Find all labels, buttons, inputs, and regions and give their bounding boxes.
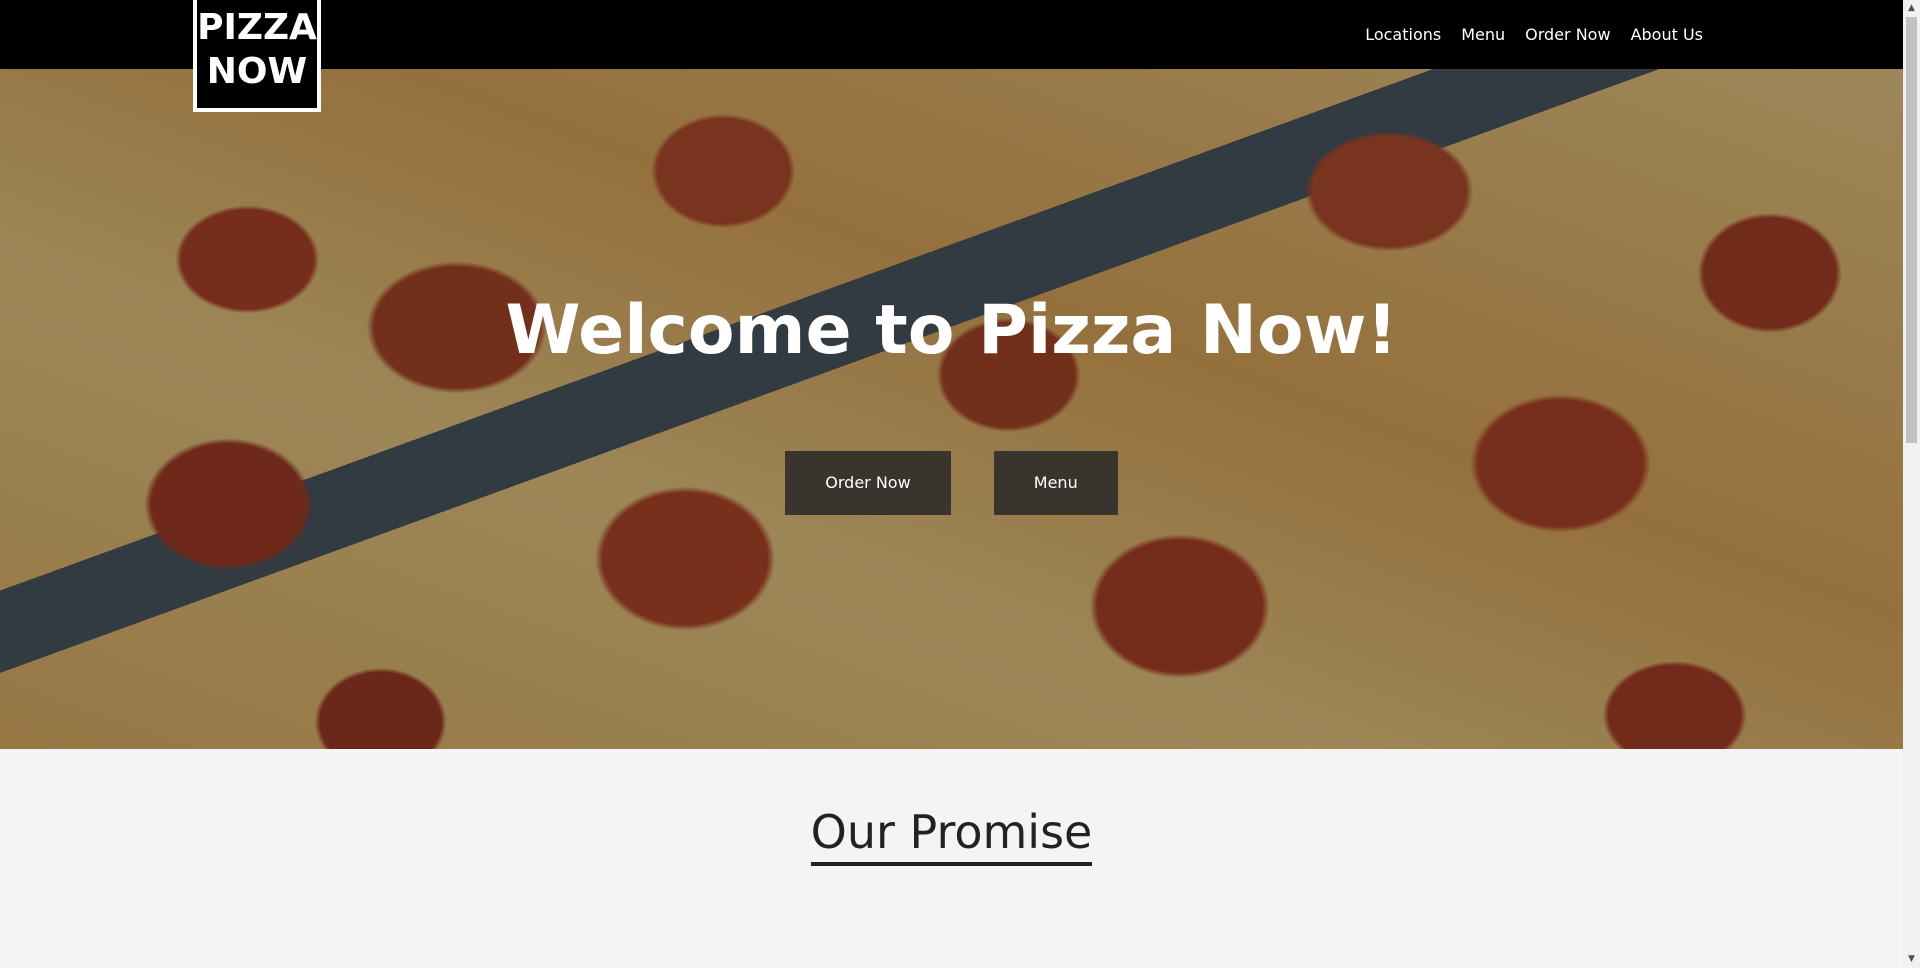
- nav-link-order-now[interactable]: Order Now: [1525, 25, 1610, 44]
- navbar: PIZZA NOW Locations Menu Order Now About…: [0, 0, 1903, 112]
- hero-title: Welcome to Pizza Now!: [505, 291, 1398, 370]
- hero-section: Welcome to Pizza Now! Order Now Menu: [0, 69, 1903, 749]
- order-now-button[interactable]: Order Now: [785, 451, 951, 515]
- scroll-up-arrow-icon[interactable]: ▲: [1903, 0, 1920, 17]
- nav-link-locations[interactable]: Locations: [1365, 25, 1441, 44]
- viewport: PIZZA NOW Locations Menu Order Now About…: [0, 0, 1903, 968]
- vertical-scrollbar[interactable]: ▲ ▼: [1903, 0, 1920, 968]
- site-logo[interactable]: PIZZA NOW: [193, 0, 321, 112]
- nav-link-about-us[interactable]: About Us: [1631, 25, 1703, 44]
- logo-line-2: NOW: [206, 51, 308, 92]
- page: PIZZA NOW Locations Menu Order Now About…: [0, 0, 1920, 968]
- scrollbar-thumb[interactable]: [1906, 17, 1917, 443]
- nav-link-menu[interactable]: Menu: [1461, 25, 1505, 44]
- menu-button[interactable]: Menu: [993, 451, 1118, 515]
- logo-line-1: PIZZA: [197, 7, 317, 48]
- hero-buttons: Order Now Menu: [0, 451, 1903, 515]
- nav-links: Locations Menu Order Now About Us: [1345, 0, 1703, 69]
- hero-background-image: [0, 69, 1903, 749]
- promise-heading: Our Promise: [0, 804, 1903, 866]
- promise-title-text: Our Promise: [810, 804, 1093, 866]
- scroll-down-arrow-icon[interactable]: ▼: [1903, 951, 1920, 968]
